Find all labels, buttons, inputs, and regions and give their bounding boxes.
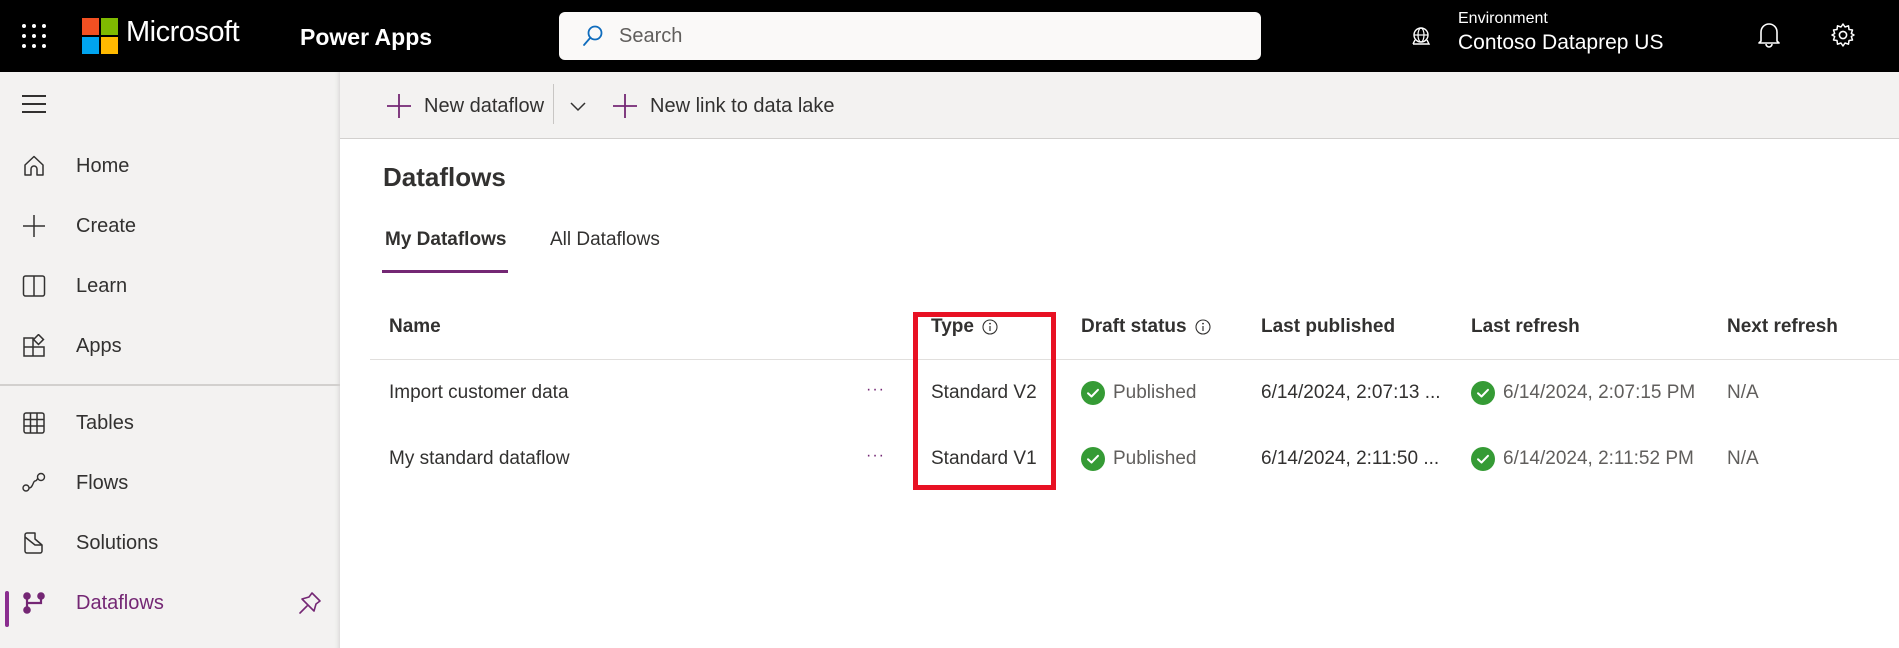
solutions-icon [24,532,43,554]
bell-icon[interactable] [1756,21,1782,49]
sidebar-item-flows[interactable]: Flows [0,457,340,509]
new-link-label: New link to data lake [650,94,835,117]
page-title: Dataflows [383,162,506,192]
new-link-to-data-lake-button[interactable]: New link to data lake [612,88,835,124]
sidebar-item-home[interactable]: Home [0,140,340,192]
nav-divider [0,384,340,386]
environment-globe-icon[interactable] [1409,25,1433,49]
sidebar-item-create[interactable]: Create [0,200,340,252]
draft-status-label: Published [1113,448,1197,469]
table-icon [23,412,45,434]
environment-label[interactable]: Environment [1458,10,1548,28]
more-options-button[interactable]: ··· [866,381,885,399]
sidebar-item-label: Solutions [76,531,159,554]
search-input[interactable] [619,24,1219,48]
tab-all-dataflows[interactable]: All Dataflows [550,229,660,251]
sidebar-item-apps[interactable]: Apps [0,320,340,372]
plus-icon [23,215,45,237]
last-refresh-label: 6/14/2024, 2:11:52 PM [1503,448,1694,469]
check-circle-icon [1081,381,1105,405]
sidebar-item-label: Create [76,214,137,237]
hamburger-menu-icon[interactable] [22,95,46,113]
column-header-label: Next refresh [1727,316,1838,337]
dataflows-icon [23,592,45,614]
sidebar-item-dataflows[interactable]: Dataflows [0,577,340,629]
column-header-type[interactable]: Type [931,316,998,338]
dataflow-type: Standard V2 [931,382,1037,403]
next-refresh: N/A [1727,382,1759,403]
new-dataflow-label: New dataflow [424,94,545,117]
chevron-down-icon[interactable] [566,94,590,118]
left-navigation: Home Create Learn Apps Tables Flows Solu… [0,72,340,648]
search-icon [583,25,603,46]
sidebar-item-label: Dataflows [76,591,164,614]
active-tab-underline [382,270,508,273]
sidebar-item-solutions[interactable]: Solutions [0,517,340,569]
last-refresh: 6/14/2024, 2:07:15 PM [1471,381,1695,405]
search-box[interactable] [559,12,1261,60]
column-header-label: Name [389,316,441,337]
last-published: 6/14/2024, 2:07:13 ... [1261,382,1441,403]
check-circle-icon [1471,381,1495,405]
app-name[interactable]: Power Apps [300,24,432,51]
home-icon [24,155,44,176]
column-header-label: Last published [1261,316,1396,337]
info-icon[interactable] [1195,319,1211,335]
gear-icon[interactable] [1830,22,1856,48]
column-header-name[interactable]: Name [389,316,441,338]
book-icon [22,275,46,297]
apps-icon [23,334,45,357]
last-refresh-label: 6/14/2024, 2:07:15 PM [1503,382,1696,403]
column-header-label: Type [931,316,974,337]
last-published: 6/14/2024, 2:11:50 ... [1261,448,1440,469]
active-indicator [5,591,9,627]
column-header-label: Draft status [1081,316,1187,337]
check-circle-icon [1471,447,1495,471]
column-header-last-refresh[interactable]: Last refresh [1471,316,1580,338]
dataflow-type: Standard V1 [931,448,1037,469]
split-divider [553,84,554,124]
sidebar-item-label: Apps [76,334,122,357]
plus-icon [387,94,411,118]
last-refresh: 6/14/2024, 2:11:52 PM [1471,447,1694,471]
plus-icon [613,94,637,118]
sidebar-item-learn[interactable]: Learn [0,260,340,312]
column-header-next-refresh[interactable]: Next refresh [1727,316,1838,338]
environment-name[interactable]: Contoso Dataprep US [1458,31,1663,55]
next-refresh: N/A [1727,448,1759,469]
draft-status: Published [1081,447,1196,471]
sidebar-item-tables[interactable]: Tables [0,397,340,449]
brand-name: Microsoft [126,16,240,48]
flows-icon [22,472,46,492]
new-dataflow-button[interactable]: New dataflow [386,88,544,124]
info-icon[interactable] [982,319,998,335]
sidebar-item-label: Learn [76,274,128,297]
more-options-button[interactable]: ··· [866,447,885,465]
column-header-draft-status[interactable]: Draft status [1081,316,1211,338]
column-header-last-published[interactable]: Last published [1261,316,1395,338]
waffle-icon[interactable] [22,24,46,48]
draft-status: Published [1081,381,1196,405]
column-header-label: Last refresh [1471,316,1580,337]
pin-icon[interactable] [298,591,322,615]
sidebar-item-label: Flows [76,471,129,494]
sidebar-item-label: Tables [76,411,134,434]
command-bar: New dataflow New link to data lake [340,72,1899,139]
sidebar-item-label: Home [76,154,130,177]
top-bar: Microsoft Power Apps Environment Contoso… [0,0,1899,72]
dataflow-name[interactable]: My standard dataflow [389,448,570,470]
table-header-divider [370,359,1899,360]
draft-status-label: Published [1113,382,1197,403]
microsoft-logo [82,18,118,54]
tab-my-dataflows[interactable]: My Dataflows [385,229,506,251]
check-circle-icon [1081,447,1105,471]
dataflow-name[interactable]: Import customer data [389,382,569,404]
